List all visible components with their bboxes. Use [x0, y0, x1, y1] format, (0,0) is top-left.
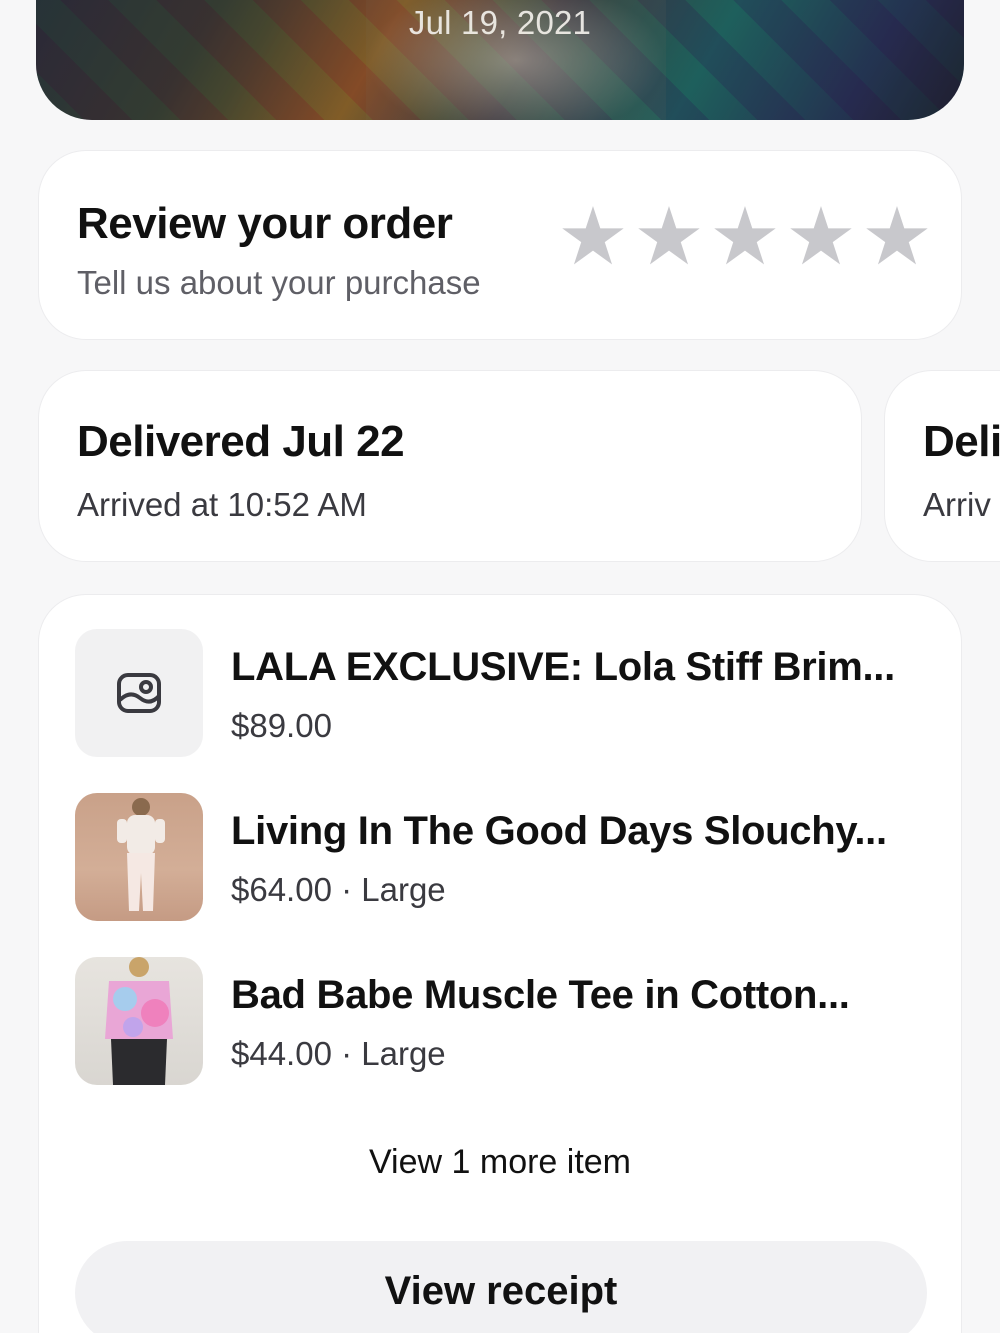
product-photo — [117, 798, 165, 911]
order-item[interactable]: LALA EXCLUSIVE: Lola Stiff Brim... $89.0… — [75, 629, 935, 757]
order-date: Jul 19, 2021 — [408, 4, 592, 41]
image-placeholder-icon — [117, 673, 161, 713]
order-items-card: LALA EXCLUSIVE: Lola Stiff Brim... $89.0… — [38, 594, 962, 1333]
order-hero-banner: Jul 19, 2021 — [36, 0, 964, 120]
item-name: LALA EXCLUSIVE: Lola Stiff Brim... — [231, 645, 895, 689]
delivery-subtitle: Arrived at 10:52 AM — [77, 486, 367, 523]
item-thumbnail — [75, 793, 203, 921]
delivery-subtitle: Arriv — [923, 486, 991, 523]
delivery-status-card-next[interactable]: Deli Arriv — [884, 370, 1000, 562]
order-details-screen: Jul 19, 2021 Review your order Tell us a… — [0, 0, 1000, 1333]
review-subtitle: Tell us about your purchase — [77, 264, 481, 301]
item-name: Bad Babe Muscle Tee in Cotton... — [231, 973, 850, 1017]
order-item[interactable]: Living In The Good Days Slouchy... $64.0… — [75, 793, 935, 921]
item-price: $89.00 — [231, 707, 332, 744]
product-photo — [105, 957, 173, 1085]
view-receipt-button[interactable]: View receipt — [75, 1241, 927, 1333]
delivery-title: Delivered Jul 22 — [77, 417, 405, 466]
star-icon[interactable]: ★ — [709, 197, 781, 277]
delivery-status-card[interactable]: Delivered Jul 22 Arrived at 10:52 AM — [38, 370, 862, 562]
review-title: Review your order — [77, 199, 453, 248]
item-price-size: $64.00 · Large — [231, 871, 446, 908]
review-order-card[interactable]: Review your order Tell us about your pur… — [38, 150, 962, 340]
star-rating[interactable]: ★ ★ ★ ★ ★ — [557, 197, 933, 277]
star-icon[interactable]: ★ — [785, 197, 857, 277]
view-more-items-link[interactable]: View 1 more item — [39, 1143, 961, 1182]
delivery-title: Deli — [923, 417, 1000, 466]
item-thumbnail — [75, 629, 203, 757]
item-price-size: $44.00 · Large — [231, 1035, 446, 1072]
item-name: Living In The Good Days Slouchy... — [231, 809, 887, 853]
star-icon[interactable]: ★ — [633, 197, 705, 277]
star-icon[interactable]: ★ — [557, 197, 629, 277]
star-icon[interactable]: ★ — [861, 197, 933, 277]
item-thumbnail — [75, 957, 203, 1085]
order-item[interactable]: Bad Babe Muscle Tee in Cotton... $44.00 … — [75, 957, 935, 1085]
